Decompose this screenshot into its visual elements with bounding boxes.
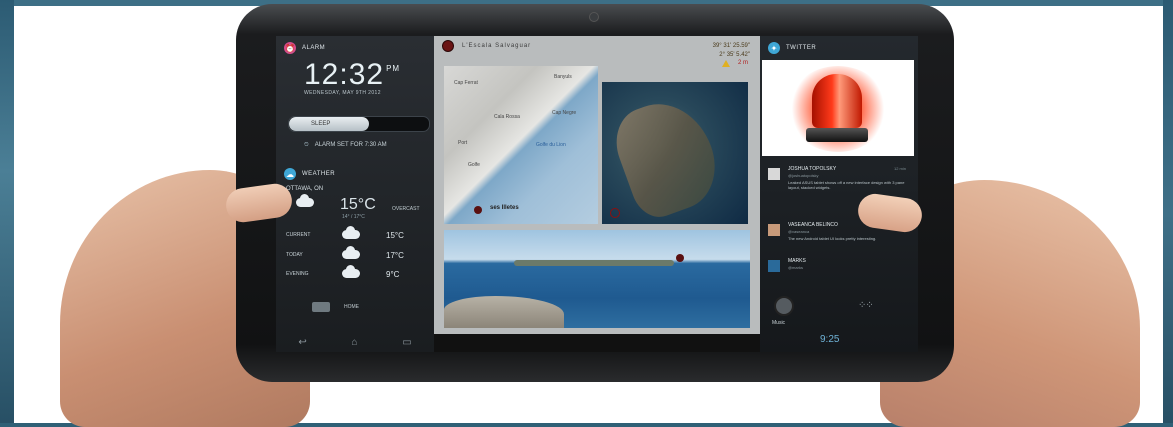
tablet-screen: ⏰ ALARM 12:32 PM WEDNESDAY, MAY 9TH 2012 … [276, 36, 918, 352]
weather-current-temp: 15°C [340, 196, 376, 213]
siren-base [806, 128, 868, 142]
forecast-cloud-icon [342, 245, 386, 261]
twitter-panel: ✦ TWITTER JOSHUA TOPOLSKY @joshuatopolsk… [760, 36, 918, 352]
weather-header-label: WEATHER [302, 171, 336, 177]
background-left [0, 0, 14, 427]
tweet-time: 12 min [893, 166, 906, 171]
camera-icon [589, 12, 599, 22]
relief-map[interactable]: Cap Ferrat Banyuls Cala Rossa Cap Negre … [444, 66, 598, 224]
background-right [1163, 0, 1173, 427]
forecast-name: CURRENT [286, 232, 311, 238]
alarm-set-label: ALARM SET FOR 7:30 AM [314, 142, 387, 148]
avatar [768, 224, 780, 236]
app-dock: Music ⁘⁘ [760, 292, 918, 332]
photo-marker-icon[interactable] [676, 254, 684, 262]
forecast-cloud-icon [342, 225, 386, 241]
twitter-header: ✦ TWITTER [760, 38, 918, 58]
system-nav-bar: ↩ ⌂ ▭ [276, 332, 434, 352]
warning-icon [722, 60, 730, 67]
tweet-handle: @joshuatopolsky [788, 173, 819, 178]
home-shortcut[interactable]: HOME [312, 302, 359, 312]
weather-range: 14° / 17°C [342, 214, 365, 220]
aerial-photo[interactable] [602, 82, 748, 224]
tweet-text: Leaked ASUS tablet shows off a new inter… [788, 180, 905, 190]
weather-header: ☁ WEATHER [276, 164, 434, 184]
alarm-set-info[interactable]: ⏲ ALARM SET FOR 7:30 AM [304, 142, 387, 149]
forecast-name: EVENING [286, 271, 309, 277]
widgets-left-column: ⏰ ALARM 12:32 PM WEDNESDAY, MAY 9TH 2012 … [276, 36, 434, 352]
tweet-author: MARKS [788, 258, 806, 264]
home-icon[interactable]: ⌂ [351, 337, 357, 348]
map-header: L'Escala Salvaguar [442, 40, 531, 52]
alarm-header-label: ALARM [302, 45, 326, 51]
forecast-cloud-icon [342, 264, 386, 280]
longitude: 2° 35' 5.42" [719, 52, 750, 58]
twitter-header-label: TWITTER [786, 45, 817, 51]
forecast-temp: 9°C [386, 269, 400, 279]
siren-image[interactable] [762, 60, 914, 156]
clock-date: WEDNESDAY, MAY 9TH 2012 [304, 90, 381, 96]
clock-digits: 12:32 [304, 58, 385, 91]
tweet-author: VASEANCA BELINCO [788, 222, 838, 228]
alarm-header: ⏰ ALARM [276, 38, 434, 58]
weather-current-icon [296, 194, 314, 207]
island-shape [605, 89, 729, 224]
distance: 2 m [737, 60, 748, 66]
photo-rocks [444, 296, 564, 328]
headphones-icon[interactable] [774, 296, 794, 316]
weather-cloud-icon: ☁ [284, 168, 296, 180]
clock-time[interactable]: 12:32 PM [304, 58, 400, 92]
sleep-slider[interactable]: SLEEP [288, 116, 430, 132]
app-grid-icon[interactable]: ⁘⁘ [858, 300, 874, 311]
home-label: HOME [344, 304, 359, 310]
back-icon[interactable]: ↩ [298, 337, 306, 348]
map-place-label: Cap Ferrat [454, 80, 478, 86]
map-title: L'Escala Salvaguar [462, 43, 532, 49]
map-place-label: Golfe [468, 162, 480, 168]
forecast-temp: 17°C [386, 250, 404, 260]
map-place-label: Cala Rossa [494, 114, 520, 120]
siren-dome [812, 74, 862, 128]
sea-photo[interactable] [444, 230, 750, 328]
tweet-handle: @vaseanca [788, 229, 810, 234]
forecast-row: CURRENT 15°C [286, 225, 428, 242]
map-place-label: Cap Negre [552, 110, 577, 116]
sleep-label: SLEEP [311, 121, 331, 127]
avatar [768, 168, 780, 180]
latitude: 39° 31' 25.59" [712, 43, 750, 49]
alarm-small-icon: ⏲ [304, 142, 309, 148]
forecast-name: TODAY [286, 252, 303, 258]
music-label: Music [772, 320, 786, 326]
tweet-author: JOSHUA TOPOLSKY [788, 166, 837, 172]
forecast-row: EVENING 9°C [286, 264, 428, 281]
map-place-label: Port [458, 140, 468, 146]
photo-island [514, 260, 674, 266]
location-pin-icon [442, 40, 454, 52]
forecast-temp: 15°C [386, 230, 404, 240]
weather-condition: OVERCAST [392, 206, 420, 212]
bay-label: Golfe du Lion [536, 142, 566, 148]
status-clock: 9:25 [820, 334, 840, 345]
map-coordinates: 39° 31' 25.59" 2° 35' 5.42" [713, 42, 750, 60]
map-marker-icon[interactable] [474, 206, 482, 214]
tweet-text: The new Android tablet UI looks pretty i… [788, 236, 877, 241]
twitter-bird-icon: ✦ [768, 42, 780, 54]
map-panel: L'Escala Salvaguar 39° 31' 25.59" 2° 35'… [434, 36, 760, 334]
map-place-label: Banyuls [554, 74, 572, 80]
tv-icon [312, 302, 330, 312]
clock-ampm: PM [386, 64, 401, 73]
marker-label: ses Illetes [490, 205, 519, 211]
aerial-marker-icon[interactable] [610, 208, 620, 218]
tweet-handle: @marks [788, 265, 803, 270]
weather-city: OTTAWA, ON [286, 186, 324, 192]
forecast-row: TODAY 17°C [286, 245, 428, 262]
alarm-clock-icon: ⏰ [284, 42, 296, 54]
avatar [768, 260, 780, 272]
recent-apps-icon[interactable]: ▭ [402, 337, 411, 348]
sleep-slider-knob[interactable]: SLEEP [289, 117, 369, 131]
